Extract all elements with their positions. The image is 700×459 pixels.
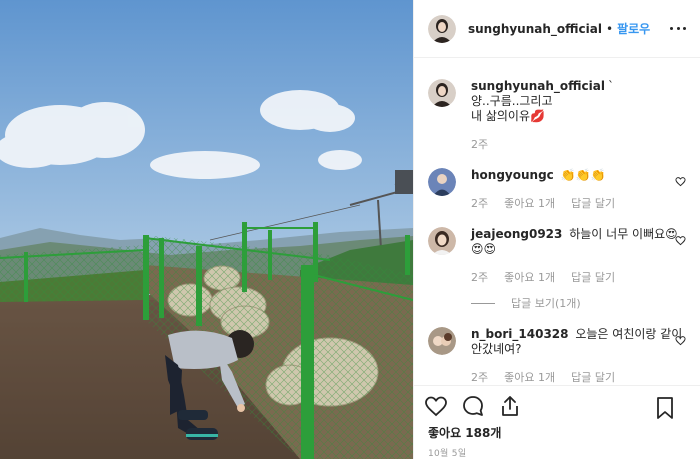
- caption-text: sunghyunah_official ` 양..구름..그리고 내 삶의이유💋: [471, 79, 686, 124]
- post-date: 10월 5일: [428, 449, 467, 459]
- comment-text: hongyoungc 👏👏👏: [471, 168, 686, 183]
- commenter-avatar[interactable]: [428, 327, 456, 355]
- comment-likes[interactable]: 좋아요 1개: [504, 369, 555, 385]
- share-icon[interactable]: [498, 394, 522, 418]
- caption-line-1: 양..구름..그리고: [471, 94, 553, 108]
- caption-line-2: 내 삶의이유💋: [471, 109, 545, 123]
- header-separator: •: [605, 21, 614, 36]
- post-side-panel: sunghyunah_official • 팔로우 sunghyunah_off…: [413, 0, 700, 459]
- comment-time: 2주: [471, 371, 489, 384]
- author-username[interactable]: sunghyunah_official: [468, 22, 602, 36]
- comment-username[interactable]: jeajeong0923: [471, 227, 562, 241]
- likes-count[interactable]: 좋아요 188개: [428, 424, 501, 441]
- comment-likes[interactable]: 좋아요 1개: [504, 269, 555, 285]
- small-heart-icon[interactable]: [675, 335, 686, 346]
- caption-avatar[interactable]: [428, 79, 456, 107]
- caption-username[interactable]: sunghyunah_official: [471, 79, 605, 93]
- comment-username[interactable]: hongyoungc: [471, 168, 554, 182]
- photo-kid-with-sheep: [0, 0, 413, 459]
- comment-item: jeajeong0923 하늘이 너무 이뻐요😍😍😍 2주 좋아요 1개 답글 …: [428, 227, 686, 311]
- post-actions: [414, 385, 700, 425]
- comment-username[interactable]: n_bori_140328: [471, 327, 569, 341]
- bookmark-icon[interactable]: [655, 396, 675, 420]
- post-header: sunghyunah_official • 팔로우: [414, 0, 700, 58]
- view-replies-button[interactable]: 답글 보기(1개): [471, 295, 686, 311]
- commenter-avatar[interactable]: [428, 168, 456, 196]
- author-avatar[interactable]: [428, 14, 456, 43]
- comment-bubble-icon[interactable]: [461, 394, 485, 418]
- comment-time: 2주: [471, 197, 489, 210]
- reply-button[interactable]: 답글 달기: [571, 369, 615, 385]
- follow-button[interactable]: 팔로우: [617, 20, 650, 37]
- comments-list[interactable]: sunghyunah_official ` 양..구름..그리고 내 삶의이유💋 …: [414, 59, 700, 385]
- comment-likes[interactable]: 좋아요 1개: [504, 195, 555, 211]
- small-heart-icon[interactable]: [675, 235, 686, 246]
- comment-time: 2주: [471, 271, 489, 284]
- reply-button[interactable]: 답글 달기: [571, 269, 615, 285]
- view-replies-label[interactable]: 답글 보기(1개): [511, 295, 581, 311]
- heart-outline-icon[interactable]: [424, 394, 448, 418]
- comment-item: n_bori_140328 오늘은 여친이랑 같이 안갔녜여? 2주 좋아요 1…: [428, 327, 686, 385]
- reply-button[interactable]: 답글 달기: [571, 195, 615, 211]
- small-heart-icon[interactable]: [675, 176, 686, 187]
- more-horizontal-icon[interactable]: [670, 20, 686, 36]
- comment-text: jeajeong0923 하늘이 너무 이뻐요😍😍😍: [471, 227, 686, 257]
- caption-mark: `: [607, 79, 614, 93]
- caption: sunghyunah_official ` 양..구름..그리고 내 삶의이유💋 …: [428, 79, 686, 152]
- replies-divider: [471, 302, 495, 304]
- comment-item: hongyoungc 👏👏👏 2주 좋아요 1개 답글 달기: [428, 168, 686, 211]
- caption-time: 2주: [471, 138, 489, 151]
- post-photo[interactable]: [0, 0, 413, 459]
- comment-body: 👏👏👏: [560, 168, 606, 182]
- comment-text: n_bori_140328 오늘은 여친이랑 같이 안갔녜여?: [471, 327, 686, 357]
- commenter-avatar[interactable]: [428, 227, 456, 255]
